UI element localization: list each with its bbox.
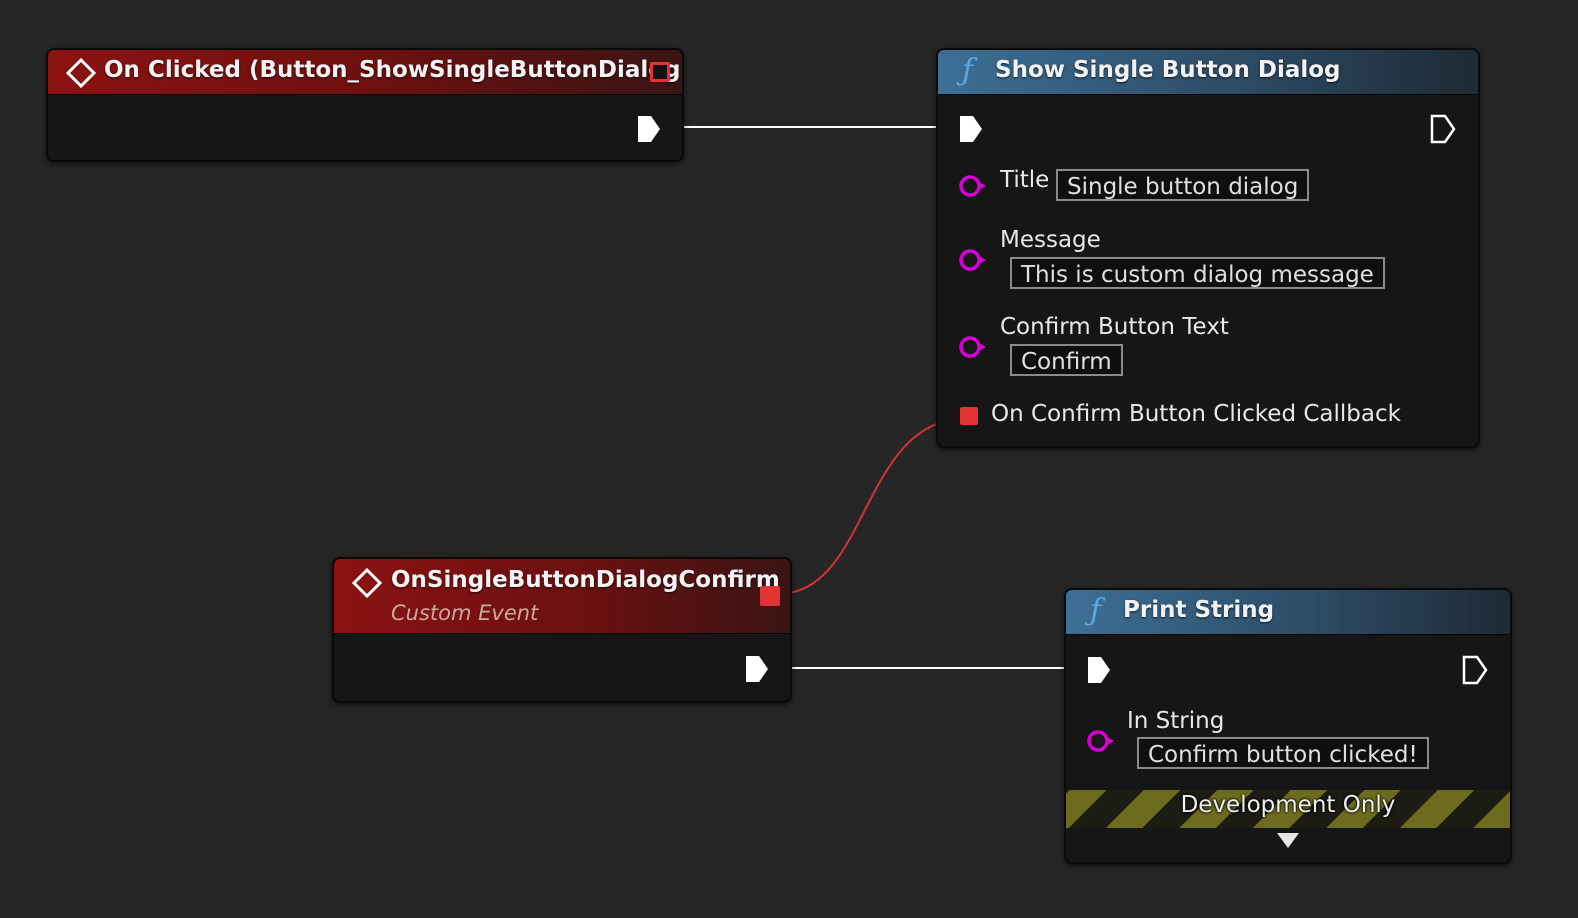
string-input-pin-icon[interactable] bbox=[958, 335, 990, 359]
in-string-input-field[interactable]: Confirm button clicked! bbox=[1137, 737, 1429, 769]
function-node-show-single-button-dialog[interactable]: ƒ Show Single Button Dialog Title Single… bbox=[936, 48, 1480, 448]
confirm-text-input-field[interactable]: Confirm bbox=[1010, 344, 1123, 376]
node-title: On Clicked (Button_ShowSingleButtonDialo… bbox=[104, 57, 684, 83]
node-header: ƒ Show Single Button Dialog bbox=[938, 50, 1478, 95]
exec-input-pin[interactable] bbox=[958, 114, 984, 144]
development-only-banner: Development Only bbox=[1066, 790, 1510, 828]
development-only-label: Development Only bbox=[1180, 792, 1396, 818]
expand-triangle-icon[interactable] bbox=[1276, 832, 1300, 850]
title-pin-label: Title bbox=[1000, 167, 1050, 193]
delegate-output-pin[interactable] bbox=[760, 586, 780, 606]
string-input-pin-icon[interactable] bbox=[958, 174, 990, 198]
delegate-input-pin[interactable] bbox=[960, 407, 978, 425]
exec-output-pin[interactable] bbox=[636, 114, 662, 144]
event-node-on-clicked[interactable]: On Clicked (Button_ShowSingleButtonDialo… bbox=[46, 48, 684, 162]
node-title: OnSingleButtonDialogConfirm bbox=[391, 567, 780, 593]
message-input-field[interactable]: This is custom dialog message bbox=[1010, 257, 1385, 289]
node-header: ƒ Print String bbox=[1066, 590, 1510, 635]
callback-pin-label: On Confirm Button Clicked Callback bbox=[991, 401, 1401, 427]
node-header: On Clicked (Button_ShowSingleButtonDialo… bbox=[48, 50, 682, 95]
message-pin-label: Message bbox=[1000, 227, 1101, 253]
exec-output-pin[interactable] bbox=[744, 654, 770, 684]
exec-input-pin[interactable] bbox=[1086, 655, 1112, 685]
node-title: Show Single Button Dialog bbox=[995, 57, 1341, 83]
node-subtitle: Custom Event bbox=[391, 601, 539, 625]
confirm-text-pin-label: Confirm Button Text bbox=[1000, 314, 1229, 340]
event-diamond-icon bbox=[352, 568, 382, 598]
string-input-pin-icon[interactable] bbox=[958, 248, 990, 272]
blueprint-graph-canvas[interactable]: On Clicked (Button_ShowSingleButtonDialo… bbox=[0, 0, 1578, 918]
in-string-pin-label: In String bbox=[1127, 708, 1225, 734]
node-header: OnSingleButtonDialogConfirm Custom Event bbox=[334, 559, 790, 634]
function-node-print-string[interactable]: ƒ Print String In String Confirm button … bbox=[1064, 588, 1512, 864]
node-title: Print String bbox=[1123, 597, 1275, 623]
title-input-field[interactable]: Single button dialog bbox=[1056, 169, 1310, 201]
function-f-icon: ƒ bbox=[1090, 593, 1102, 628]
string-input-pin-icon[interactable] bbox=[1086, 729, 1118, 753]
exec-output-pin[interactable] bbox=[1462, 655, 1488, 685]
delegate-output-pin[interactable] bbox=[650, 62, 670, 82]
function-f-icon: ƒ bbox=[962, 53, 974, 88]
exec-output-pin[interactable] bbox=[1430, 114, 1456, 144]
custom-event-node[interactable]: OnSingleButtonDialogConfirm Custom Event bbox=[332, 557, 792, 703]
event-diamond-icon bbox=[66, 58, 96, 88]
